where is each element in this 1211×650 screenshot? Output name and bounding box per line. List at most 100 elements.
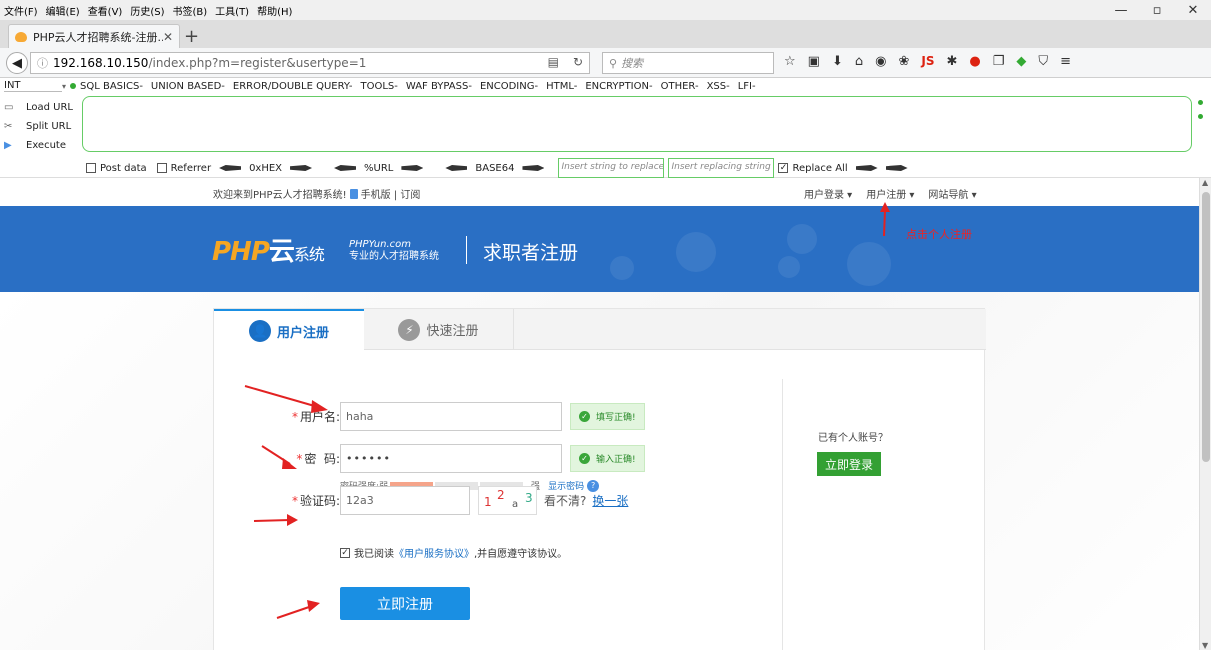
browser-tab[interactable]: PHP云人才招聘系统-注册... ✕ (8, 24, 180, 48)
referrer-label: Referrer (170, 162, 212, 174)
arrow-password-head (282, 458, 297, 469)
decode-arrow-icon[interactable] (334, 165, 357, 171)
menu-view[interactable]: 查看(V) (88, 3, 123, 18)
back-button[interactable]: ◀ (6, 52, 28, 74)
hb-menu-lfi[interactable]: LFI- (738, 81, 756, 92)
js-toggle-icon[interactable]: JS (921, 54, 934, 69)
hb-menu-html[interactable]: HTML- (546, 81, 577, 92)
hb-menu-encryption[interactable]: ENCRYPTION- (585, 81, 652, 92)
bookmarks-list-icon[interactable]: ▣ (808, 54, 820, 69)
encode-arrow-icon[interactable] (290, 165, 313, 171)
hb-menu-sql[interactable]: SQL BASICS- (80, 81, 143, 92)
hb-menu-other[interactable]: OTHER- (661, 81, 699, 92)
arrow-captcha (253, 519, 291, 522)
globe-icon[interactable]: ◉ (875, 54, 886, 69)
tab-title: PHP云人才招聘系统-注册... (33, 30, 163, 44)
menu-edit[interactable]: 编辑(E) (46, 3, 80, 18)
download-icon[interactable]: ⬇ (832, 54, 843, 69)
palette-icon[interactable]: ❀ (898, 54, 909, 69)
hb-menu-error[interactable]: ERROR/DOUBLE QUERY- (233, 81, 353, 92)
menu-file[interactable]: 文件(F) (4, 3, 38, 18)
tab-close-icon[interactable]: ✕ (163, 30, 173, 44)
addon-green-icon[interactable]: ◆ (1016, 54, 1026, 69)
execute-label: Execute (26, 140, 66, 151)
hb-menu-union[interactable]: UNION BASED- (151, 81, 225, 92)
replace-arrow-icon[interactable] (885, 165, 908, 171)
hb-menu-xss[interactable]: XSS- (707, 81, 730, 92)
home-icon[interactable]: ⌂ (855, 54, 863, 69)
extension-icon[interactable]: ✱ (946, 54, 957, 69)
hackbar-menu: INT ▾ SQL BASICS- UNION BASED- ERROR/DOU… (4, 80, 764, 92)
page-scrollbar[interactable]: ▲ ▼ (1199, 178, 1211, 650)
replace-all-checkbox[interactable] (778, 163, 789, 173)
hb-menu-waf[interactable]: WAF BYPASS- (406, 81, 472, 92)
arrow-submit-head (307, 600, 320, 612)
decode-arrow-icon[interactable] (445, 165, 468, 171)
hex-label: 0xHEX (249, 162, 283, 174)
decode-arrow-icon[interactable] (219, 165, 242, 171)
scroll-up-icon[interactable]: ▲ (1202, 178, 1208, 187)
base64-label: BASE64 (475, 162, 515, 174)
replace-arrow-icon[interactable] (855, 165, 878, 171)
encode-arrow-icon[interactable] (401, 165, 424, 171)
menu-tools[interactable]: 工具(T) (215, 3, 249, 18)
encode-arrow-icon[interactable] (522, 165, 545, 171)
shield-icon[interactable]: ⛉ (1038, 54, 1048, 69)
url-path: /index.php?m=register&usertype=1 (148, 56, 367, 70)
minimize-button[interactable]: — (1103, 0, 1139, 20)
search-input[interactable]: ⚲ 搜索 (602, 52, 774, 74)
hackbar: INT ▾ SQL BASICS- UNION BASED- ERROR/DOU… (0, 78, 1211, 178)
web-page: 欢迎来到PHP云人才招聘系统! 手机版 | 订阅 用户登录 ▾ 用户注册 ▾ 网站… (0, 178, 1199, 650)
load-url-label: Load URL (26, 102, 74, 113)
menu-help[interactable]: 帮助(H) (257, 3, 292, 18)
execute-button[interactable]: ▶ Execute (4, 136, 73, 155)
scroll-thumb[interactable] (1202, 192, 1210, 462)
post-data-checkbox[interactable] (86, 163, 96, 173)
back-arrow-icon: ◀ (12, 55, 22, 71)
arrow-register-link (883, 209, 886, 237)
arrow-username-head (311, 400, 328, 413)
search-placeholder: 搜索 (621, 57, 644, 70)
menu-bookmarks[interactable]: 书签(B) (173, 3, 208, 18)
new-tab-button[interactable]: + (184, 26, 199, 47)
toolbar: ☆ ▣ ⬇ ⌂ ◉ ❀ JS ✱ ● ❐ ◆ ⛉ ≡ (784, 54, 1071, 69)
address-bar[interactable]: ⓘ 192.168.10.150/index.php?m=register&us… (30, 52, 590, 74)
annotation-label: 点击个人注册 (906, 228, 972, 241)
arrow-register-link-head (880, 202, 890, 212)
replacing-string-input[interactable]: Insert replacing string (668, 158, 775, 178)
hamburger-menu-icon[interactable]: ≡ (1060, 54, 1071, 69)
hb-menu-tools[interactable]: TOOLS- (360, 81, 397, 92)
post-data-label: Post data (100, 162, 147, 174)
split-url-button[interactable]: ✂ Split URL (4, 117, 73, 136)
menu-history[interactable]: 历史(S) (130, 3, 164, 18)
hackbar-type-select[interactable]: INT (4, 80, 62, 92)
status-dot-icon (1198, 114, 1203, 119)
status-dot-icon (1198, 100, 1203, 105)
hb-menu-encoding[interactable]: ENCODING- (480, 81, 538, 92)
play-icon: ▶ (4, 140, 12, 151)
referrer-checkbox[interactable] (156, 163, 167, 173)
hackbar-actions: ▭ Load URL ✂ Split URL ▶ Execute (4, 98, 73, 155)
search-icon: ⚲ (609, 56, 618, 70)
reader-icon[interactable]: ▤ (548, 55, 559, 69)
tab-strip: PHP云人才招聘系统-注册... ✕ + (0, 20, 1211, 48)
arrow-username (244, 385, 319, 408)
info-icon[interactable]: ⓘ (37, 55, 48, 71)
annotation-arrows (244, 202, 890, 619)
hackbar-url-textarea[interactable] (82, 96, 1192, 152)
hackbar-options: Post data Referrer 0xHEX %URL BASE64 Ins… (86, 158, 916, 178)
scroll-down-icon[interactable]: ▼ (1202, 641, 1208, 650)
window-icon[interactable]: ❐ (993, 54, 1005, 69)
arrow-captcha-head (287, 514, 298, 526)
close-window-button[interactable]: ✕ (1175, 0, 1211, 20)
reload-icon[interactable]: ↻ (573, 55, 583, 69)
arrow-submit (276, 605, 313, 619)
bookmark-star-icon[interactable]: ☆ (784, 54, 796, 69)
favicon-icon (15, 31, 27, 42)
split-icon: ✂ (4, 121, 13, 132)
load-url-button[interactable]: ▭ Load URL (4, 98, 73, 117)
insert-string-input[interactable]: Insert string to replace (558, 158, 665, 178)
addon-red-icon[interactable]: ● (969, 54, 980, 69)
restore-button[interactable]: ▫ (1139, 0, 1175, 20)
status-dot-icon (70, 83, 77, 89)
